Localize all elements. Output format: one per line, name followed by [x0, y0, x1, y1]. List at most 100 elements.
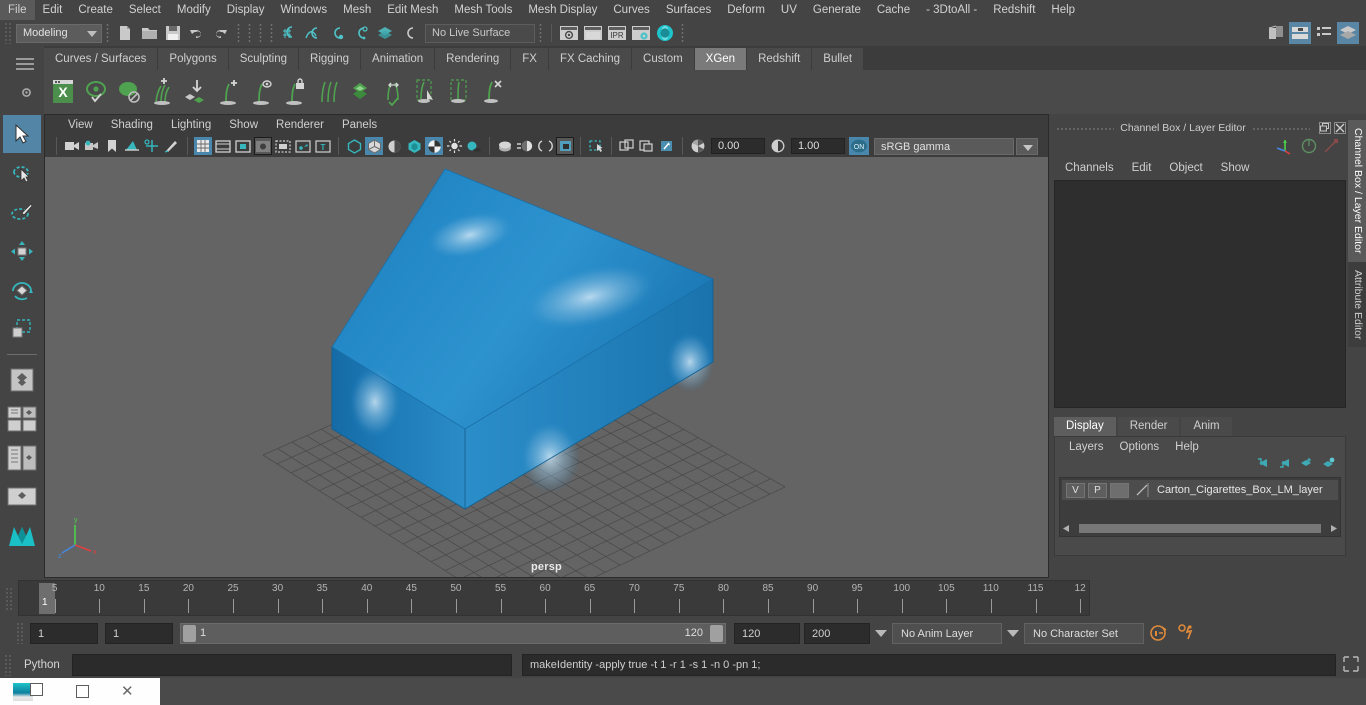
exposure-value[interactable]: 0.00	[711, 138, 765, 154]
paint-select-tool-icon[interactable]	[3, 193, 41, 231]
bookmark-icon[interactable]	[103, 137, 121, 155]
shelf-options-gear-icon[interactable]	[20, 86, 33, 102]
grease-pencil-icon[interactable]	[163, 137, 181, 155]
maximize-window-icon[interactable]	[76, 685, 89, 698]
range-end-handle[interactable]	[710, 624, 723, 642]
ambient-occlusion-icon[interactable]	[496, 137, 514, 155]
anim-end-field[interactable]: 200	[804, 622, 870, 644]
gate-mask-icon[interactable]	[254, 137, 272, 155]
color-management-select[interactable]: sRGB gamma	[874, 137, 1014, 155]
maya-logo-icon[interactable]	[3, 517, 41, 555]
xgen-disable-preview-icon[interactable]	[114, 74, 144, 110]
close-window-icon[interactable]: ✕	[121, 684, 134, 699]
hypershade-icon[interactable]	[654, 22, 676, 44]
color-management-chevron-icon[interactable]	[1016, 137, 1038, 155]
snap-to-projected-center-icon[interactable]	[350, 22, 372, 44]
range-slider[interactable]: 1 120	[180, 622, 726, 644]
restore-icon[interactable]	[1319, 122, 1331, 134]
menu-set-selector[interactable]: Modeling	[16, 23, 102, 43]
anim-end-chevron-icon[interactable]	[870, 623, 892, 644]
menu-create[interactable]: Create	[70, 0, 121, 20]
menu-file[interactable]: File	[0, 0, 35, 20]
layer-tab-render[interactable]: Render	[1117, 417, 1180, 436]
scale-tool-icon[interactable]	[3, 310, 41, 348]
two-pane-layout-icon[interactable]	[3, 439, 41, 477]
select-tool-icon[interactable]	[3, 115, 41, 153]
shelf-menu-icon[interactable]	[16, 58, 34, 70]
panel-grip-right[interactable]	[1251, 126, 1310, 130]
outliner-persp-layout-icon[interactable]	[3, 478, 41, 516]
restore-window-icon[interactable]	[30, 683, 43, 696]
shaded-wireframe-icon[interactable]	[385, 137, 403, 155]
grid-toggle-icon[interactable]	[194, 137, 212, 155]
lasso-select-tool-icon[interactable]	[3, 154, 41, 192]
channel-menu-show[interactable]: Show	[1212, 162, 1259, 174]
layer-row[interactable]: V P Carton_Cigarettes_Box_LM_layer	[1062, 480, 1338, 500]
shelf-tab-custom[interactable]: Custom	[632, 48, 695, 70]
textured-icon[interactable]	[425, 137, 443, 155]
gamma-value[interactable]: 1.00	[791, 138, 845, 154]
shelf-tab-rigging[interactable]: Rigging	[299, 48, 362, 70]
shelf-tab-fx[interactable]: FX	[511, 48, 549, 70]
render-settings-icon[interactable]	[630, 22, 652, 44]
shelf-tab-curves-surfaces[interactable]: Curves / Surfaces	[44, 48, 159, 70]
anim-start-field[interactable]: 1	[30, 622, 98, 644]
channel-box-content[interactable]	[1054, 180, 1346, 408]
menu-mesh-display[interactable]: Mesh Display	[520, 0, 605, 20]
menu-generate[interactable]: Generate	[805, 0, 869, 20]
layer-name[interactable]: Carton_Cigarettes_Box_LM_layer	[1157, 484, 1323, 496]
new-layer-from-selected-icon[interactable]	[1321, 457, 1335, 475]
viewport-menu-view[interactable]: View	[59, 119, 102, 131]
xgen-clear-guides-icon[interactable]	[312, 74, 342, 110]
xgen-editor-icon[interactable]: X	[48, 74, 78, 110]
new-layer-icon[interactable]	[1299, 457, 1313, 475]
command-grip[interactable]	[4, 654, 12, 676]
menu-modify[interactable]: Modify	[169, 0, 219, 20]
make-live-icon[interactable]	[398, 22, 420, 44]
menu-edit[interactable]: Edit	[35, 0, 71, 20]
xgen-lock-guide-icon[interactable]	[279, 74, 309, 110]
range-start-field[interactable]: 1	[105, 622, 173, 644]
xray-active-components-icon[interactable]	[638, 137, 656, 155]
redo-icon[interactable]	[210, 22, 232, 44]
animation-preferences-icon[interactable]	[1172, 623, 1200, 643]
layer-visibility-toggle[interactable]: V	[1066, 482, 1085, 498]
close-icon[interactable]	[1334, 122, 1346, 134]
viewport-canvas[interactable]: y x z persp	[45, 157, 1048, 577]
shelf-tab-animation[interactable]: Animation	[361, 48, 436, 70]
viewport-menu-renderer[interactable]: Renderer	[267, 119, 333, 131]
shelf-tab-bullet[interactable]: Bullet	[812, 48, 865, 70]
snap-to-grid-icon[interactable]	[278, 22, 300, 44]
xgen-guide-visibility-icon[interactable]	[246, 74, 276, 110]
viewport-menu-panels[interactable]: Panels	[333, 119, 386, 131]
layer-tab-anim[interactable]: Anim	[1181, 417, 1232, 436]
menu-curves[interactable]: Curves	[605, 0, 657, 20]
render-current-frame-icon[interactable]	[582, 22, 604, 44]
four-view-layout-icon[interactable]	[3, 400, 41, 438]
flat-shade-icon[interactable]	[405, 137, 423, 155]
menu-edit-mesh[interactable]: Edit Mesh	[379, 0, 446, 20]
menu-help[interactable]: Help	[1043, 0, 1083, 20]
menu-surfaces[interactable]: Surfaces	[658, 0, 719, 20]
vtab-attribute-editor[interactable]: Attribute Editor	[1348, 261, 1366, 347]
film-gate-icon[interactable]	[214, 137, 232, 155]
image-plane-icon[interactable]	[123, 137, 141, 155]
camera-attributes-icon[interactable]	[83, 137, 101, 155]
shelf-tab-xgen[interactable]: XGen	[694, 48, 748, 70]
gamma-icon[interactable]	[769, 137, 787, 155]
shelf-tab-fx-caching[interactable]: FX Caching	[548, 48, 633, 70]
film-origin-icon[interactable]	[274, 137, 292, 155]
statusline-grip[interactable]	[4, 22, 12, 44]
menu-select[interactable]: Select	[121, 0, 169, 20]
command-language-label[interactable]: Python	[24, 659, 72, 671]
xgen-mirror-icon[interactable]	[378, 74, 408, 110]
toggle-outliner-icon[interactable]	[1265, 22, 1287, 44]
range-end-field[interactable]: 120	[734, 622, 800, 644]
channel-menu-edit[interactable]: Edit	[1123, 162, 1161, 174]
isolate-select-icon[interactable]	[556, 137, 574, 155]
menu-redshift[interactable]: Redshift	[985, 0, 1043, 20]
expand-script-editor-icon[interactable]	[1342, 655, 1360, 673]
exposure-icon[interactable]	[689, 137, 707, 155]
layer-shading-toggle[interactable]	[1110, 482, 1129, 498]
viewport-menu-lighting[interactable]: Lighting	[162, 119, 220, 131]
